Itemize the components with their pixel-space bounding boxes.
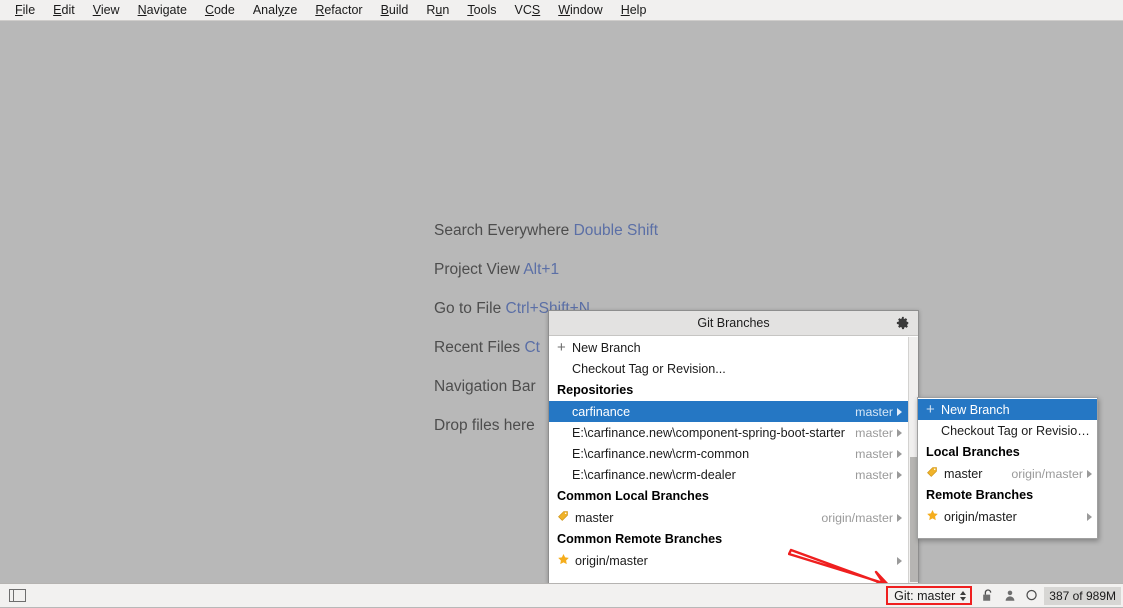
popup-common-local-header: Common Local Branches <box>549 485 908 507</box>
menu-item-code[interactable]: Code <box>196 1 244 19</box>
menu-item-file[interactable]: File <box>6 1 44 19</box>
submenu-checkout-label: Checkout Tag or Revision... <box>941 424 1092 438</box>
menu-item-tools[interactable]: Tools <box>458 1 505 19</box>
popup-repositories-header: Repositories <box>549 379 908 401</box>
star-icon <box>926 509 939 525</box>
menu-item-refactor[interactable]: Refactor <box>306 1 371 19</box>
menu-item-navigate[interactable]: Navigate <box>129 1 196 19</box>
editor-hint-label: Recent Files <box>434 339 520 356</box>
branch-name: origin/master <box>575 554 648 568</box>
tag-icon <box>557 510 569 525</box>
memory-indicator[interactable]: 387 of 989M <box>1044 587 1121 605</box>
repo-name: E:\carfinance.new\crm-dealer <box>572 468 736 482</box>
popup-repo-row-carfinance[interactable]: carfinance master <box>549 401 908 422</box>
submenu-local-header: Local Branches <box>918 441 1097 463</box>
memory-indicator-label: 387 of 989M <box>1049 589 1116 603</box>
repo-name: carfinance <box>572 405 630 419</box>
menu-item-build[interactable]: Build <box>372 1 418 19</box>
git-popup-list[interactable]: + New Branch Checkout Tag or Revision...… <box>549 337 908 583</box>
plus-icon: + <box>557 340 570 355</box>
repo-branch: master <box>855 405 897 419</box>
editor-hint-label: Project View <box>434 261 520 278</box>
git-popup-titlebar: Git Branches <box>549 311 918 336</box>
menu-item-window[interactable]: Window <box>549 1 611 19</box>
git-branch-status-label: Git: master <box>894 589 955 603</box>
popup-repo-row-crm-dealer[interactable]: E:\carfinance.new\crm-dealer master <box>549 464 908 485</box>
menu-item-view[interactable]: View <box>84 1 129 19</box>
gear-icon[interactable] <box>896 316 910 330</box>
submenu-remote-header: Remote Branches <box>918 484 1097 506</box>
editor-hint-shortcut: Alt+1 <box>520 261 559 278</box>
git-popup-title: Git Branches <box>697 316 769 330</box>
branch-name: origin/master <box>944 510 1017 524</box>
status-bar: Git: master 387 of 989M <box>0 583 1123 607</box>
popup-new-branch-label: New Branch <box>572 341 641 355</box>
menu-item-edit[interactable]: Edit <box>44 1 84 19</box>
menu-item-run[interactable]: Run <box>417 1 458 19</box>
chevron-right-icon <box>897 429 902 437</box>
editor-hint-label: Go to File <box>434 300 501 317</box>
repo-branch: master <box>855 447 897 461</box>
repo-branch: master <box>855 468 897 482</box>
chevron-right-icon <box>897 557 902 565</box>
popup-checkout-item[interactable]: Checkout Tag or Revision... <box>549 358 908 379</box>
updown-arrows-icon <box>960 591 966 601</box>
repo-name: E:\carfinance.new\component-spring-boot-… <box>572 426 845 440</box>
menu-item-vcs[interactable]: VCS <box>506 1 550 19</box>
popup-repo-row-crm-common[interactable]: E:\carfinance.new\crm-common master <box>549 443 908 464</box>
toggle-tool-windows-icon[interactable] <box>9 589 26 602</box>
chevron-right-icon <box>897 450 902 458</box>
git-branches-popup[interactable]: Git Branches + New Branch Checkout Tag o… <box>548 310 919 584</box>
submenu-checkout-item[interactable]: Checkout Tag or Revision... <box>918 420 1097 441</box>
popup-checkout-label: Checkout Tag or Revision... <box>572 362 726 376</box>
editor-hint-label: Search Everywhere <box>434 222 569 239</box>
user-account-icon[interactable] <box>999 585 1021 607</box>
popup-common-remote-row-origin-master[interactable]: origin/master <box>549 550 908 571</box>
branch-name: master <box>944 467 983 481</box>
branch-tracking: origin/master <box>1011 467 1087 481</box>
popup-common-remote-header: Common Remote Branches <box>549 528 908 550</box>
chevron-right-icon <box>897 408 902 416</box>
menu-item-analyze[interactable]: Analyze <box>244 1 306 19</box>
submenu-new-branch-item[interactable]: + New Branch <box>918 399 1097 420</box>
submenu-local-row-master[interactable]: master origin/master <box>918 463 1097 484</box>
chevron-right-icon <box>897 471 902 479</box>
git-branch-status-widget[interactable]: Git: master <box>886 586 972 605</box>
editor-hint-label: Drop files here <box>434 417 535 434</box>
repo-branch: master <box>855 426 897 440</box>
chevron-right-icon <box>1087 513 1092 521</box>
chevron-right-icon <box>897 514 902 522</box>
branch-name: master <box>575 511 614 525</box>
popup-common-local-row-master[interactable]: master origin/master <box>549 507 908 528</box>
menu-bar: FileEditViewNavigateCodeAnalyzeRefactorB… <box>0 0 1123 21</box>
chevron-right-icon <box>1087 470 1092 478</box>
submenu-remote-row-origin-master[interactable]: origin/master <box>918 506 1097 527</box>
menu-item-help[interactable]: Help <box>612 1 656 19</box>
lock-icon[interactable] <box>977 585 999 607</box>
editor-hint-row: Project View Alt+1 <box>434 250 854 289</box>
editor-hint-shortcut: Ct <box>520 339 540 356</box>
branch-tracking: origin/master <box>821 511 897 525</box>
repo-name: E:\carfinance.new\crm-common <box>572 447 749 461</box>
tag-icon <box>926 466 938 481</box>
plus-icon: + <box>926 402 939 417</box>
status-bar-right: Git: master 387 of 989M <box>886 584 1123 608</box>
popup-new-branch-item[interactable]: + New Branch <box>549 337 908 358</box>
search-icon[interactable] <box>1021 585 1043 607</box>
editor-hint-label: Navigation Bar <box>434 378 536 395</box>
editor-hint-shortcut: Double Shift <box>569 222 658 239</box>
editor-hint-row: Search Everywhere Double Shift <box>434 211 854 250</box>
popup-repo-row-component-spring-boot-starter[interactable]: E:\carfinance.new\component-spring-boot-… <box>549 422 908 443</box>
git-branches-submenu[interactable]: + New Branch Checkout Tag or Revision...… <box>917 397 1098 539</box>
submenu-new-branch-label: New Branch <box>941 403 1010 417</box>
star-icon <box>557 553 570 569</box>
